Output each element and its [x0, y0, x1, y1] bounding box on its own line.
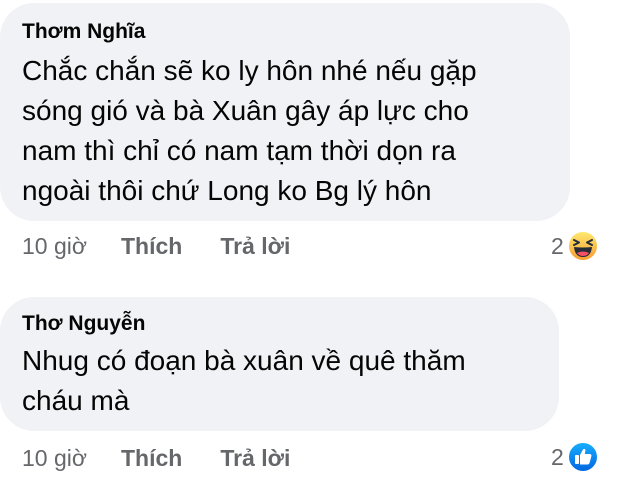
reaction-summary[interactable]: 2: [551, 440, 600, 474]
comment-text: Chắc chắn sẽ ko ly hôn nhé nếu gặp sóng …: [22, 55, 477, 206]
like-button[interactable]: Thích: [121, 445, 182, 472]
like-button[interactable]: Thích: [121, 233, 182, 260]
comment-bubble: Thơ Nguyễn Nhug có đoạn bà xuân về quê t…: [0, 297, 559, 431]
reply-button[interactable]: Trả lời: [220, 233, 290, 260]
comment-actions: 10 giờ Thích Trả lời: [22, 233, 290, 260]
reaction-count: 2: [551, 232, 564, 259]
comment-timestamp[interactable]: 10 giờ: [22, 233, 87, 260]
comment-author[interactable]: Thơ Nguyễn: [22, 311, 539, 337]
comment-bubble: Thơm Nghĩa Chắc chắn sẽ ko ly hôn nhé nế…: [0, 3, 570, 221]
comment-author[interactable]: Thơm Nghĩa: [22, 19, 550, 45]
like-icon: [566, 440, 600, 474]
reaction-count: 2: [551, 443, 564, 470]
comment-actions: 10 giờ Thích Trả lời: [22, 445, 290, 472]
comment-timestamp[interactable]: 10 giờ: [22, 445, 87, 472]
comment-text: Nhug có đoạn bà xuân về quê thăm cháu mà: [22, 345, 466, 416]
haha-icon: [566, 229, 600, 263]
reaction-summary[interactable]: 2: [551, 229, 600, 263]
reply-button[interactable]: Trả lời: [220, 445, 290, 472]
